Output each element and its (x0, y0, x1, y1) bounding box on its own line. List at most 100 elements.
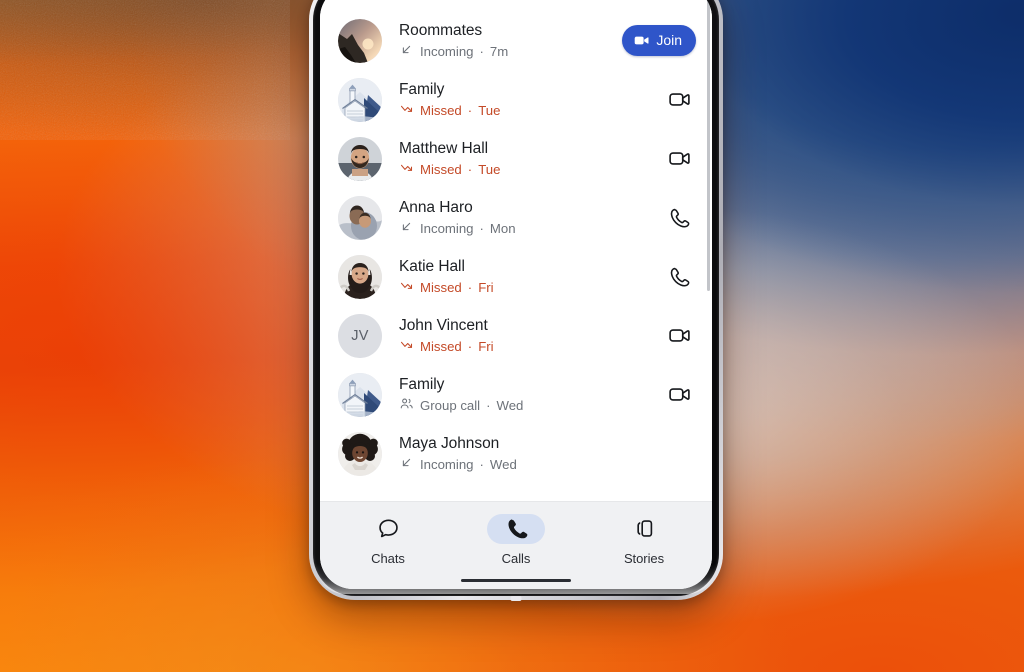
call-list-item[interactable]: Anna Haro Incoming · Mon (320, 188, 712, 247)
avatar-image (338, 195, 382, 240)
call-status-text: Missed (420, 102, 462, 118)
call-item-text: Family Missed · Tue (399, 80, 652, 120)
home-indicator (461, 578, 571, 582)
call-item-text: Family Group call · Wed (399, 375, 652, 415)
nav-tab-label: Calls (501, 550, 531, 566)
video-call-button[interactable] (662, 319, 696, 353)
video-call-button[interactable] (662, 83, 696, 117)
chat-bubble-icon (378, 519, 398, 538)
missed-call-arrow-icon (400, 105, 413, 112)
avatar-image (338, 136, 382, 181)
missed-call-arrow-icon (400, 282, 413, 289)
call-list-item[interactable]: Katie Hall Missed · Fri (320, 247, 712, 306)
stories-cards-icon (636, 520, 652, 537)
call-list-item[interactable]: Matthew Hall Missed · Tue (320, 129, 712, 188)
voice-call-button[interactable] (662, 260, 696, 294)
call-status-text: Group call (420, 397, 481, 413)
call-action-placeholder (662, 437, 696, 471)
call-item-status: Incoming · 7m (399, 42, 622, 61)
call-status-separator: · (467, 338, 473, 354)
call-item-text: Maya Johnson Incoming · Wed (399, 434, 652, 474)
phone-icon (670, 208, 690, 227)
join-call-button[interactable]: Join (622, 25, 696, 56)
avatar (338, 18, 382, 63)
call-status-text: Missed (420, 161, 462, 177)
avatar-image (338, 431, 382, 476)
people-icon (400, 398, 413, 408)
call-timestamp: Tue (478, 102, 501, 118)
nav-tab-calls[interactable]: Calls (452, 512, 580, 566)
bottom-navigation-bar: Chats Calls Stories (320, 500, 712, 589)
video-camera-icon (668, 152, 690, 165)
call-item-status: Missed · Fri (399, 337, 652, 356)
call-timestamp: Mon (489, 220, 516, 236)
nav-tab-stories[interactable]: Stories (580, 512, 708, 566)
join-button-label: Join (656, 32, 682, 48)
missed-call-arrow-icon (399, 278, 414, 297)
nav-tab-chats[interactable]: Chats (324, 512, 452, 566)
call-status-text: Missed (420, 279, 462, 295)
call-timestamp: Fri (478, 279, 494, 295)
call-list-item[interactable]: Family Group call · Wed (320, 365, 712, 424)
phone-mockup: Roommates Incoming · 7m Join Family Missed · Tu… (309, 0, 723, 601)
voice-call-button[interactable] (662, 201, 696, 235)
call-item-text: Matthew Hall Missed · Tue (399, 139, 652, 179)
nav-tab-label: Stories (623, 550, 665, 566)
call-status-separator: · (467, 279, 473, 295)
phone-icon-wrap (487, 513, 545, 544)
call-timestamp: Fri (478, 338, 494, 354)
call-item-status: Missed · Fri (399, 278, 652, 297)
avatar (338, 77, 382, 122)
video-call-button[interactable] (662, 378, 696, 412)
video-camera-icon (668, 93, 690, 106)
call-item-name: Katie Hall (399, 257, 465, 275)
phone-icon (507, 519, 527, 539)
calls-list[interactable]: Roommates Incoming · 7m Join Family Missed · Tu… (320, 0, 712, 501)
call-timestamp: Wed (496, 397, 524, 413)
avatar (338, 195, 382, 240)
arrow-down-left-icon (399, 455, 414, 474)
phone-icon (670, 267, 690, 286)
video-call-button[interactable] (662, 142, 696, 176)
call-status-text: Incoming (420, 43, 474, 59)
avatar (338, 372, 382, 417)
call-item-name: Matthew Hall (399, 139, 488, 157)
call-status-text: Missed (420, 338, 462, 354)
call-item-name: Maya Johnson (399, 434, 500, 452)
video-camera-icon (668, 329, 690, 342)
call-list-item[interactable]: JV John Vincent Missed · Fri (320, 306, 712, 365)
call-item-name: Family (399, 80, 445, 98)
call-status-separator: · (486, 397, 491, 413)
call-item-status: Missed · Tue (399, 160, 652, 179)
avatar (338, 254, 382, 299)
call-list-item[interactable]: Roommates Incoming · 7m Join (320, 11, 712, 70)
call-status-text: Incoming (420, 456, 474, 472)
missed-call-arrow-icon (400, 164, 413, 171)
call-item-name: John Vincent (399, 316, 488, 334)
call-item-status: Group call · Wed (399, 396, 652, 415)
arrow-down-left-icon (399, 219, 414, 238)
call-status-separator: · (479, 456, 484, 472)
call-item-text: Katie Hall Missed · Fri (399, 257, 652, 297)
call-timestamp: 7m (489, 43, 509, 59)
call-status-separator: · (467, 102, 473, 118)
avatar-image (338, 254, 382, 299)
missed-call-arrow-icon (399, 337, 414, 356)
call-list-item[interactable]: Family Missed · Tue (320, 70, 712, 129)
avatar-initials: JV (338, 313, 382, 358)
call-timestamp: Wed (489, 456, 517, 472)
phone-frame-notch (510, 596, 522, 601)
screenshot-canvas: Roommates Incoming · 7m Join Family Missed · Tu… (0, 0, 1024, 672)
bottom-nav-items: Chats Calls Stories (324, 512, 708, 566)
avatar (338, 136, 382, 181)
call-item-name: Family (399, 375, 445, 393)
nav-tab-label: Chats (371, 550, 405, 566)
call-status-separator: · (479, 43, 484, 59)
call-item-status: Missed · Tue (399, 101, 652, 120)
call-list-item[interactable]: Maya Johnson Incoming · Wed (320, 424, 712, 483)
call-status-separator: · (479, 220, 484, 236)
stories-cards-icon-wrap (615, 514, 673, 544)
missed-call-arrow-icon (400, 341, 413, 348)
avatar-image (338, 18, 382, 63)
call-item-name: Roommates (399, 21, 483, 39)
